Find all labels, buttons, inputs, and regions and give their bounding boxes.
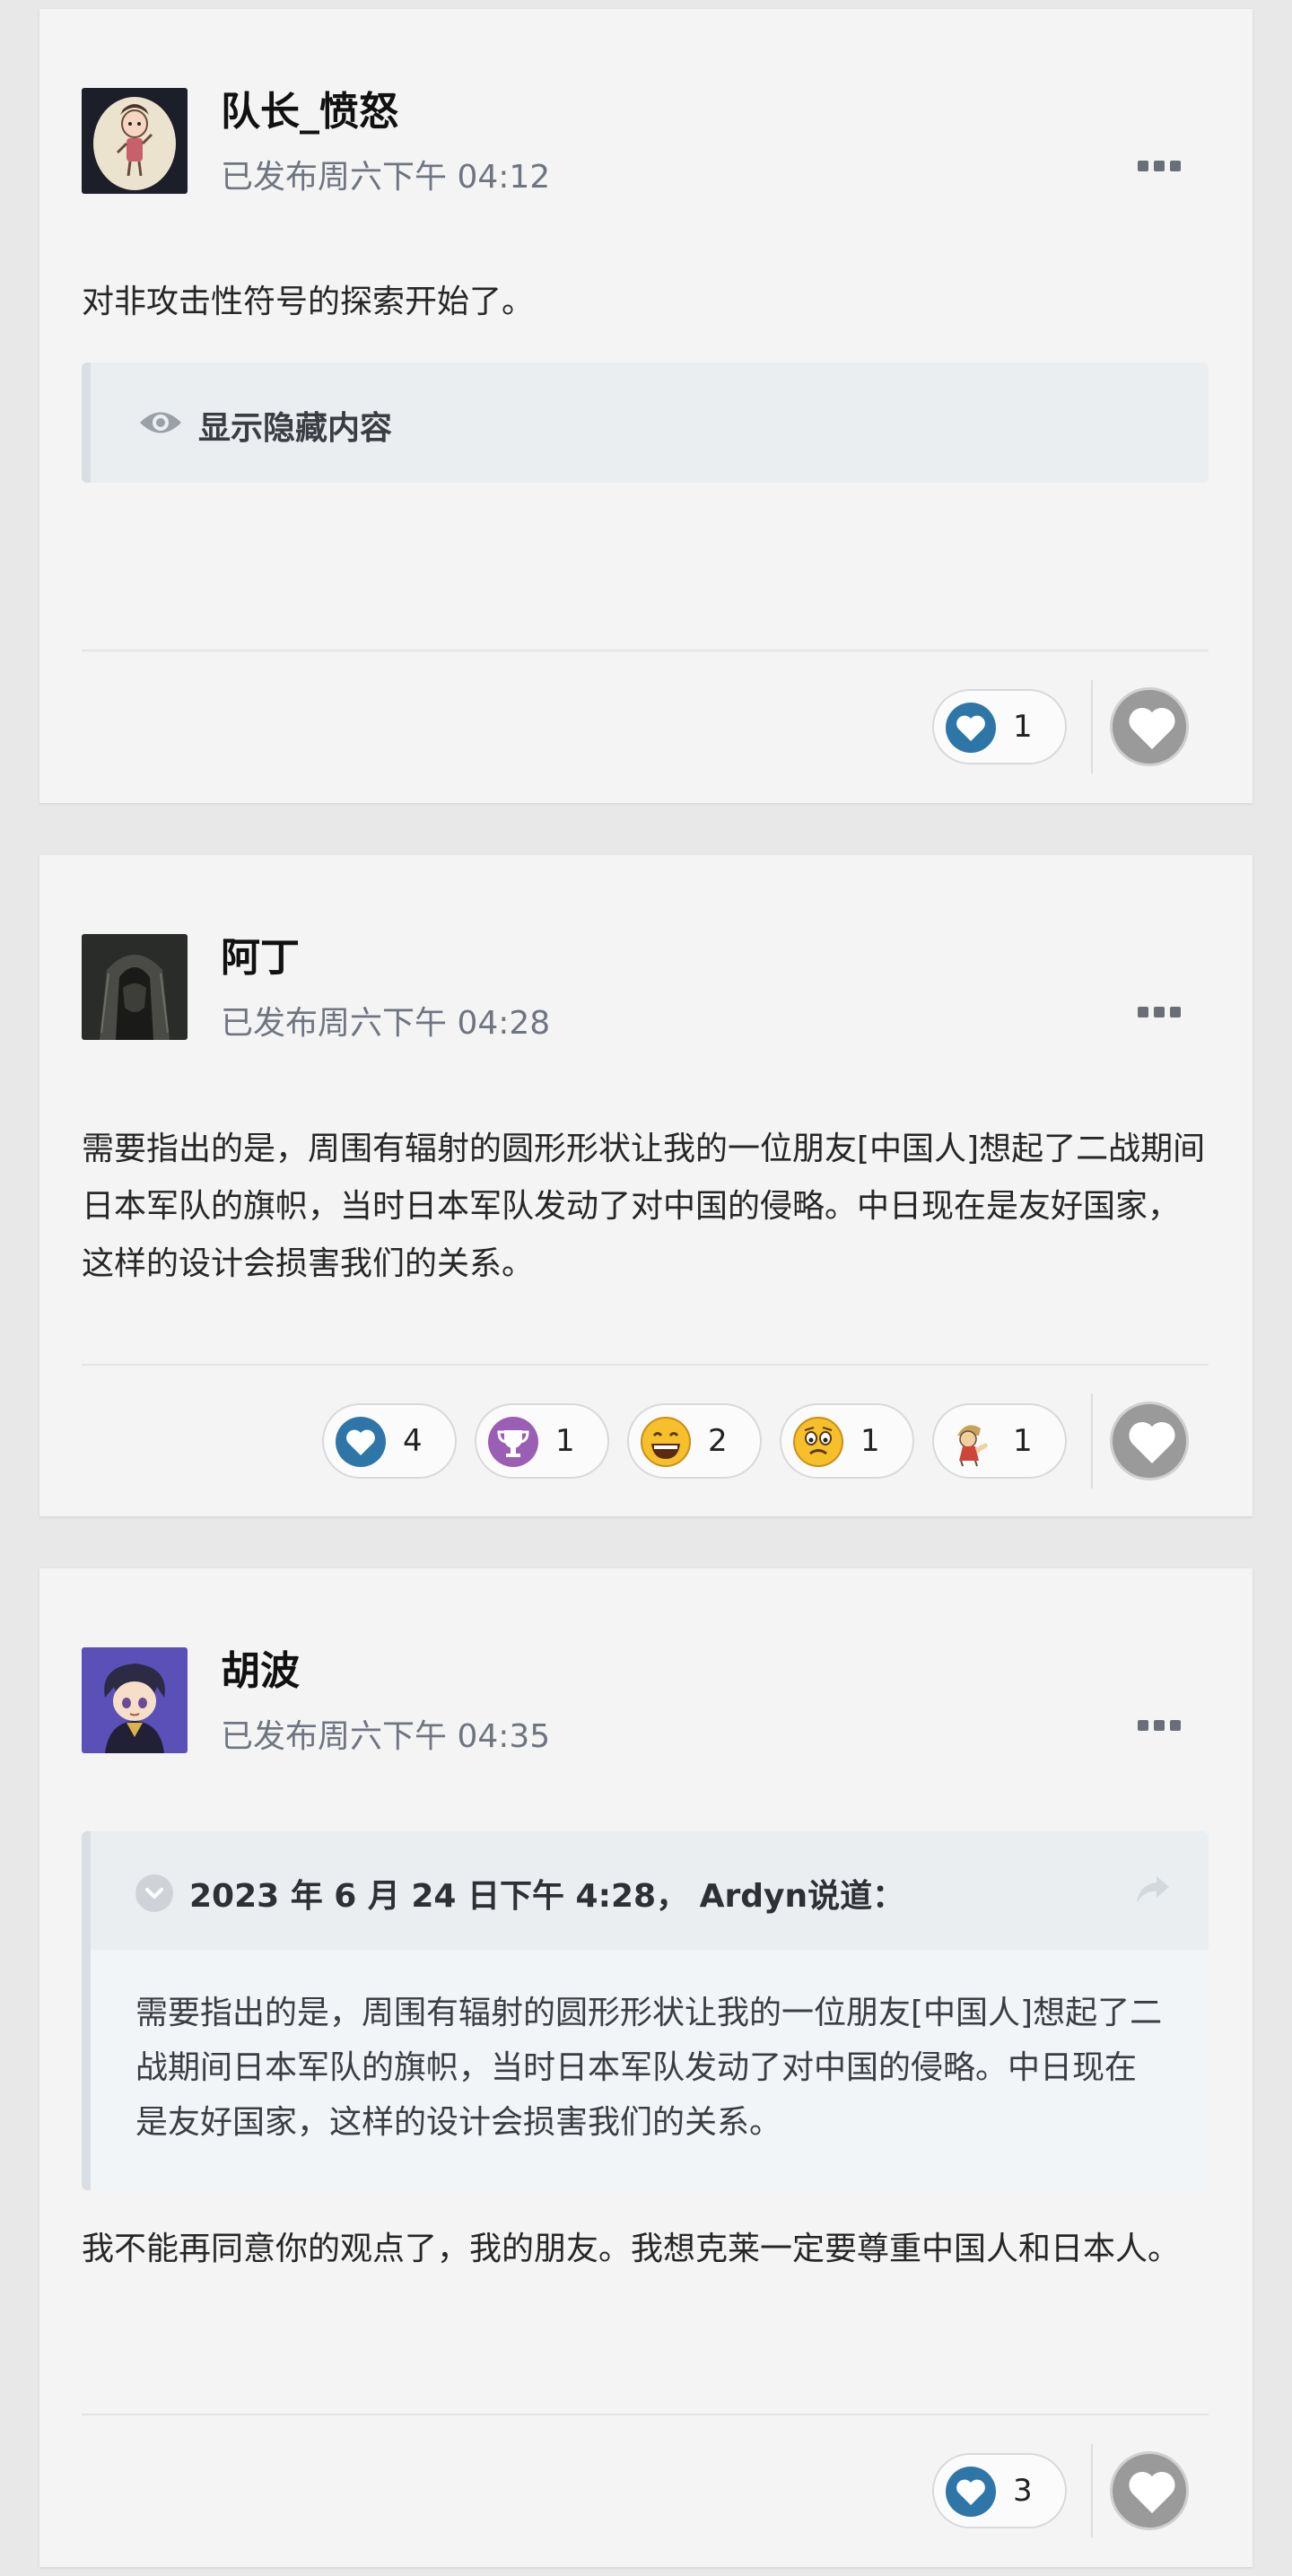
heart-icon bbox=[1129, 2471, 1175, 2513]
more-options-button[interactable] bbox=[1134, 999, 1184, 1026]
reaction-count: 2 bbox=[708, 1423, 728, 1459]
heart-icon bbox=[1129, 1421, 1175, 1463]
share-arrow-icon[interactable] bbox=[1135, 1874, 1171, 1905]
reaction-count: 4 bbox=[403, 1423, 423, 1459]
reaction-count: 1 bbox=[555, 1423, 575, 1459]
post-card: 队长_愤怒 已发布周六下午 04:12 对非攻击性符号的探索开始了。 显示隐藏内… bbox=[39, 9, 1253, 803]
post-timestamp[interactable]: 已发布周六下午 04:35 bbox=[221, 1710, 550, 1757]
divider bbox=[82, 650, 1209, 651]
reaction-pill[interactable]: 1 bbox=[780, 1403, 914, 1479]
show-hidden-content-button[interactable]: 显示隐藏内容 bbox=[82, 362, 1209, 483]
divider bbox=[1091, 1393, 1093, 1489]
show-hidden-content-label: 显示隐藏内容 bbox=[198, 410, 393, 447]
divider bbox=[82, 2414, 1209, 2415]
like-button[interactable] bbox=[1110, 2451, 1189, 2530]
reaction-pill[interactable]: 1 bbox=[932, 689, 1067, 764]
heart-reaction-icon bbox=[946, 2467, 996, 2517]
reaction-pill[interactable]: 3 bbox=[932, 2453, 1067, 2528]
divider bbox=[82, 1364, 1209, 1366]
reaction-pill[interactable]: 4 bbox=[322, 1403, 457, 1479]
reaction-count: 3 bbox=[1013, 2473, 1033, 2509]
trophy-reaction-icon bbox=[488, 1417, 538, 1467]
like-button[interactable] bbox=[1110, 1402, 1189, 1480]
worried-face-reaction-icon bbox=[793, 1417, 843, 1467]
quote-text: 需要指出的是，周围有辐射的圆形形状让我的一位朋友[中国人]想起了二战期间日本军队… bbox=[91, 1950, 1209, 2190]
author-name[interactable]: 阿丁 bbox=[221, 925, 300, 982]
heart-icon bbox=[1129, 707, 1175, 749]
post-body: 我不能再同意你的观点了，我的朋友。我想克莱一定要尊重中国人和日本人。 bbox=[82, 2231, 1181, 2267]
quote-attribution: 2023 年 6 月 24 日下午 4:28， Ardyn说道： bbox=[189, 1878, 905, 1915]
character-reaction-icon bbox=[957, 1425, 988, 1467]
like-button[interactable] bbox=[1110, 687, 1189, 766]
post-card: 胡波 已发布周六下午 04:35 2023 年 6 月 24 日下午 4:28，… bbox=[39, 1568, 1253, 2567]
post-card: 阿丁 已发布周六下午 04:28 需要指出的是，周围有辐射的圆形形状让我的一位朋… bbox=[39, 855, 1253, 1516]
quote-block: 2023 年 6 月 24 日下午 4:28， Ardyn说道： 需要指出的是，… bbox=[82, 1831, 1209, 2190]
heart-reaction-icon bbox=[336, 1417, 386, 1467]
avatar[interactable] bbox=[82, 88, 188, 194]
heart-reaction-icon bbox=[946, 703, 996, 753]
post-body: 需要指出的是，周围有辐射的圆形形状让我的一位朋友[中国人]想起了二战期间日本军队… bbox=[82, 1131, 1206, 1282]
quote-header: 2023 年 6 月 24 日下午 4:28， Ardyn说道： bbox=[91, 1831, 1209, 1950]
divider bbox=[1091, 2444, 1093, 2537]
post-body: 对非攻击性符号的探索开始了。 bbox=[82, 284, 535, 320]
avatar[interactable] bbox=[82, 934, 188, 1040]
collapse-quote-button[interactable] bbox=[135, 1874, 173, 1912]
laughing-face-reaction-icon bbox=[641, 1417, 691, 1467]
reaction-count: 1 bbox=[1013, 1423, 1033, 1459]
more-options-button[interactable] bbox=[1134, 153, 1184, 179]
more-options-button[interactable] bbox=[1134, 1712, 1184, 1739]
reaction-count: 1 bbox=[1013, 709, 1033, 745]
reaction-count: 1 bbox=[860, 1423, 880, 1459]
reaction-pill[interactable]: 2 bbox=[627, 1403, 762, 1479]
post-timestamp[interactable]: 已发布周六下午 04:28 bbox=[221, 997, 550, 1043]
reaction-pill[interactable]: 1 bbox=[932, 1403, 1067, 1479]
divider bbox=[1091, 680, 1093, 773]
eye-icon bbox=[140, 412, 181, 433]
author-name[interactable]: 队长_愤怒 bbox=[221, 79, 398, 136]
post-timestamp[interactable]: 已发布周六下午 04:12 bbox=[221, 151, 550, 197]
avatar[interactable] bbox=[82, 1647, 188, 1753]
chevron-down-icon bbox=[145, 1888, 163, 1899]
author-name[interactable]: 胡波 bbox=[221, 1638, 300, 1696]
reaction-pill[interactable]: 1 bbox=[475, 1403, 609, 1479]
